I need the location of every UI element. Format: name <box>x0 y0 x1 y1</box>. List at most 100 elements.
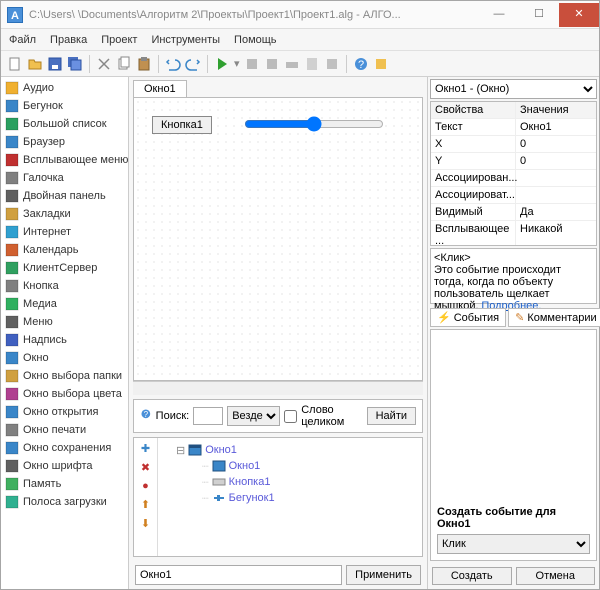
maximize-button[interactable]: ☐ <box>519 3 559 27</box>
help-icon[interactable]: ? <box>353 56 369 72</box>
tree-up-icon[interactable]: ⬆ <box>141 498 150 511</box>
toolbox-item[interactable]: Закладки <box>1 205 128 223</box>
menu-edit[interactable]: Правка <box>50 34 87 46</box>
about-icon[interactable] <box>373 56 389 72</box>
property-row[interactable]: ТекстОкно1 <box>431 119 596 136</box>
center-pane: Окно1 Кнопка1 ? Поиск: Везде Слово целик… <box>129 77 427 589</box>
build-icon[interactable] <box>264 56 280 72</box>
property-name: Y <box>431 153 516 169</box>
help-small-icon[interactable]: ? <box>140 408 152 424</box>
save-all-icon[interactable] <box>67 56 83 72</box>
open-icon[interactable] <box>27 56 43 72</box>
designer-tab[interactable]: Окно1 <box>133 80 187 97</box>
toolbox-item-icon <box>5 387 19 401</box>
toolbox-item[interactable]: Окно шрифта <box>1 457 128 475</box>
toolbox-item[interactable]: Календарь <box>1 241 128 259</box>
run-icon[interactable] <box>214 56 230 72</box>
property-value[interactable]: Окно1 <box>516 119 596 135</box>
toolbox-item[interactable]: Окно выбора цвета <box>1 385 128 403</box>
property-row[interactable]: ВидимыйДа <box>431 204 596 221</box>
tree-root[interactable]: Окно1 <box>205 444 237 456</box>
search-scope-select[interactable]: Везде <box>227 406 280 426</box>
apply-button[interactable]: Применить <box>346 565 421 585</box>
property-row[interactable]: Y0 <box>431 153 596 170</box>
minimize-button[interactable]: — <box>479 3 519 27</box>
cut-icon[interactable] <box>96 56 112 72</box>
toolbox-item-label: Всплывающее меню <box>23 154 128 166</box>
property-value[interactable]: 0 <box>516 136 596 152</box>
event-type-select[interactable]: Клик <box>437 534 590 554</box>
toolbox-item[interactable]: Окно выбора папки <box>1 367 128 385</box>
toolbox-item[interactable]: КлиентСервер <box>1 259 128 277</box>
property-row[interactable]: Всплывающее ...Никакой <box>431 221 596 246</box>
search-input[interactable] <box>193 407 223 425</box>
tree-down-icon[interactable]: ⬇ <box>141 517 150 530</box>
toolbox-item[interactable]: Окно <box>1 349 128 367</box>
create-button[interactable]: Создать <box>432 567 512 585</box>
property-value[interactable]: 0 <box>516 153 596 169</box>
paste-icon[interactable] <box>136 56 152 72</box>
properties-grid[interactable]: СвойстваЗначения ТекстОкно1X0Y0Ассоцииро… <box>430 101 597 246</box>
menu-help[interactable]: Помощь <box>234 34 277 46</box>
toolbox-item[interactable]: Меню <box>1 313 128 331</box>
tool2-icon[interactable] <box>324 56 340 72</box>
menu-project[interactable]: Проект <box>101 34 137 46</box>
tool1-icon[interactable] <box>304 56 320 72</box>
tree-node[interactable]: Окно1 <box>229 460 261 472</box>
property-row[interactable]: Ассоциироват... <box>431 187 596 204</box>
titlebar: A C:\Users\ \Documents\Алгоритм 2\Проект… <box>1 1 599 29</box>
cancel-button[interactable]: Отмена <box>516 567 596 585</box>
tree-delete-icon[interactable]: ✖ <box>141 461 150 474</box>
tree-plus-icon[interactable]: ✚ <box>141 442 150 455</box>
object-name-input[interactable] <box>135 565 342 585</box>
toolbox-item[interactable]: Надпись <box>1 331 128 349</box>
property-value[interactable] <box>516 187 596 203</box>
run-dropdown-icon[interactable]: ▾ <box>234 57 240 70</box>
save-icon[interactable] <box>47 56 63 72</box>
toolbox-item[interactable]: Аудио <box>1 79 128 97</box>
toolbox-item[interactable]: Всплывающее меню <box>1 151 128 169</box>
property-row[interactable]: Ассоциирован... <box>431 170 596 187</box>
menu-file[interactable]: Файл <box>9 34 36 46</box>
object-selector[interactable]: Окно1 - (Окно) <box>430 79 597 99</box>
project-tree[interactable]: ⊟ Окно1 ┈ Окно1 ┈ Кнопка1 ┈ Бегунок1 <box>158 438 422 556</box>
undo-icon[interactable] <box>165 56 181 72</box>
find-button[interactable]: Найти <box>367 407 416 425</box>
property-value[interactable] <box>516 170 596 186</box>
whole-word-checkbox[interactable] <box>284 410 297 423</box>
toolbox-item[interactable]: Окно открытия <box>1 403 128 421</box>
toolbox-item[interactable]: Галочка <box>1 169 128 187</box>
tab-events[interactable]: ⚡События <box>430 308 506 327</box>
button-icon <box>212 475 226 489</box>
toolbox-item[interactable]: Память <box>1 475 128 493</box>
toolbox-item[interactable]: Окно печати <box>1 421 128 439</box>
tree-node[interactable]: Кнопка1 <box>229 476 271 488</box>
form-designer-canvas[interactable]: Кнопка1 <box>133 97 423 381</box>
toolbox-item[interactable]: Окно сохранения <box>1 439 128 457</box>
form-icon <box>188 443 202 457</box>
redo-icon[interactable] <box>185 56 201 72</box>
close-button[interactable]: ✕ <box>559 3 599 27</box>
toolbox-item[interactable]: Интернет <box>1 223 128 241</box>
property-row[interactable]: X0 <box>431 136 596 153</box>
horizontal-scrollbar[interactable] <box>133 381 423 395</box>
toolbox-item[interactable]: Медиа <box>1 295 128 313</box>
menu-tools[interactable]: Инструменты <box>151 34 220 46</box>
property-value[interactable]: Да <box>516 204 596 220</box>
toolbox-item[interactable]: Бегунок <box>1 97 128 115</box>
property-value[interactable]: Никакой <box>516 221 596 246</box>
tree-record-icon[interactable]: ● <box>142 480 149 492</box>
build2-icon[interactable] <box>284 56 300 72</box>
toolbox-item[interactable]: Браузер <box>1 133 128 151</box>
toolbox-item[interactable]: Полоса загрузки <box>1 493 128 511</box>
tab-comments[interactable]: ✎Комментарии <box>508 308 600 327</box>
copy-icon[interactable] <box>116 56 132 72</box>
toolbox-item[interactable]: Большой список <box>1 115 128 133</box>
toolbox-item[interactable]: Двойная панель <box>1 187 128 205</box>
form-control-slider[interactable] <box>244 116 384 132</box>
form-control-button[interactable]: Кнопка1 <box>152 116 212 134</box>
toolbox-item[interactable]: Кнопка <box>1 277 128 295</box>
stop-icon[interactable] <box>244 56 260 72</box>
tree-node[interactable]: Бегунок1 <box>229 492 275 504</box>
new-icon[interactable] <box>7 56 23 72</box>
